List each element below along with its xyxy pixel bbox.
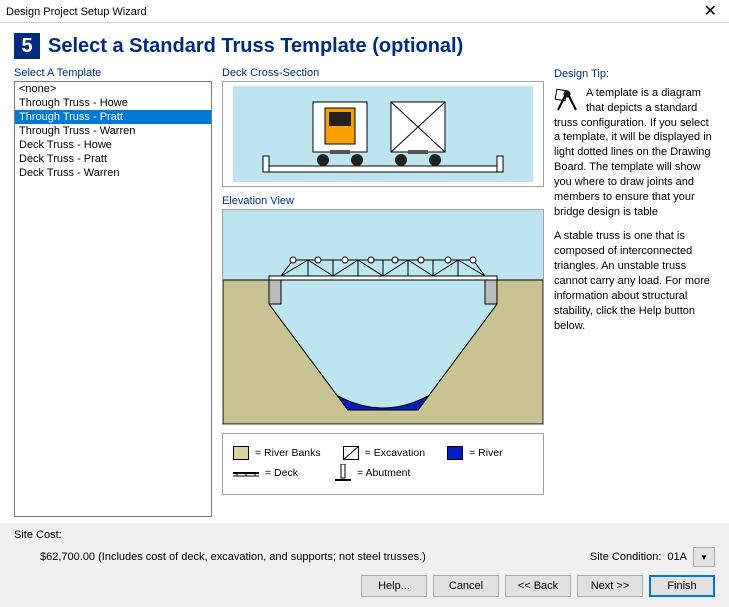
legend-river-banks: = River Banks (233, 446, 321, 460)
swatch-deck (233, 466, 259, 480)
elevation-view-panel (222, 209, 544, 425)
elevation-label: Elevation View (222, 195, 544, 207)
template-item[interactable]: Through Truss - Warren (15, 124, 211, 138)
legend-abutment-label: = Abutment (357, 467, 410, 479)
legend-abutment: = Abutment (335, 464, 415, 482)
drafting-tools-icon (554, 88, 580, 114)
design-tip-box: Design Tip: A template is a diagram that… (554, 67, 715, 333)
legend-panel: = River Banks = Excavation = River (222, 433, 544, 495)
site-cost-label: Site Cost: (14, 529, 715, 541)
template-item[interactable]: Deck Truss - Pratt (15, 152, 211, 166)
legend-river: = River (447, 446, 527, 460)
next-button[interactable]: Next >> (577, 575, 643, 597)
design-tip-p2: A stable truss is one that is composed o… (554, 229, 715, 333)
deck-label: Deck Cross-Section (222, 67, 544, 79)
step-number: 5 (14, 33, 40, 59)
cancel-button[interactable]: Cancel (433, 575, 499, 597)
site-condition-dropdown[interactable]: ▼ (693, 547, 715, 567)
templates-label: Select A Template (14, 67, 212, 79)
design-tip-label: Design Tip: (554, 67, 715, 82)
main-content: 5 Select a Standard Truss Template (opti… (0, 23, 729, 523)
template-item[interactable]: Through Truss - Howe (15, 96, 211, 110)
deck-cross-section-panel (222, 81, 544, 187)
legend-deck-label: = Deck (265, 467, 298, 479)
template-item[interactable]: <none> (15, 82, 211, 96)
template-item[interactable]: Deck Truss - Howe (15, 138, 211, 152)
close-icon[interactable]: ✕ (700, 4, 721, 20)
legend-excavation: = Excavation (343, 446, 425, 460)
deck-cross-section-svg (233, 86, 533, 182)
swatch-river-banks (233, 446, 249, 460)
back-button[interactable]: << Back (505, 575, 571, 597)
site-condition-value: 01A (667, 551, 687, 563)
site-condition-label: Site Condition: (590, 551, 662, 563)
help-button[interactable]: Help... (361, 575, 427, 597)
template-listbox[interactable]: <none>Through Truss - HoweThrough Truss … (14, 81, 212, 517)
template-item[interactable]: Deck Truss - Warren (15, 166, 211, 180)
legend-river-label: = River (469, 447, 503, 459)
template-item[interactable]: Through Truss - Pratt (15, 110, 211, 124)
window-title: Design Project Setup Wizard (6, 6, 147, 18)
step-heading: 5 Select a Standard Truss Template (opti… (14, 33, 715, 59)
finish-button[interactable]: Finish (649, 575, 715, 597)
swatch-abutment (335, 464, 351, 482)
step-title: Select a Standard Truss Template (option… (48, 35, 463, 58)
legend-river-banks-label: = River Banks (255, 447, 321, 459)
elevation-view-svg (223, 210, 543, 424)
site-condition: Site Condition: 01A ▼ (590, 547, 715, 567)
swatch-excavation (343, 446, 359, 460)
legend-excavation-label: = Excavation (365, 447, 425, 459)
title-bar: Design Project Setup Wizard ✕ (0, 0, 729, 23)
swatch-river (447, 446, 463, 460)
button-row: Help... Cancel << Back Next >> Finish (0, 567, 729, 607)
footer: Site Cost: $62,700.00 (Includes cost of … (0, 523, 729, 567)
legend-deck: = Deck (233, 466, 313, 480)
site-cost-value: $62,700.00 (Includes cost of deck, excav… (14, 551, 426, 563)
